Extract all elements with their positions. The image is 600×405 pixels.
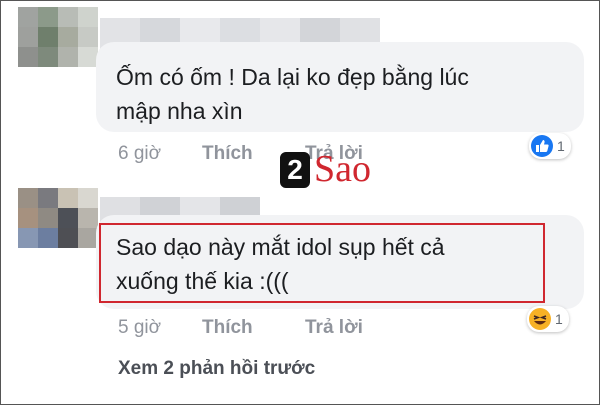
logo-number: 2	[280, 152, 310, 188]
logo-word: Sao	[314, 148, 371, 190]
view-previous-replies-link[interactable]: Xem 2 phản hồi trước	[118, 358, 315, 380]
timestamp[interactable]: 5 giờ	[118, 317, 161, 339]
timestamp[interactable]: 6 giờ	[118, 143, 161, 165]
reaction-summary[interactable]: 1	[527, 306, 569, 332]
reaction-summary[interactable]: 1	[529, 133, 571, 159]
like-link[interactable]: Thích	[202, 317, 253, 339]
like-link[interactable]: Thích	[202, 143, 253, 165]
reaction-count: 1	[555, 311, 563, 327]
comment-line: xuống thế kia :(((	[116, 268, 289, 294]
comment-text: Sao dạo này mắt idol sụp hết cả xuống th…	[116, 230, 445, 298]
reply-link[interactable]: Trả lời	[305, 317, 363, 339]
comment-line: Sao dạo này mắt idol sụp hết cả	[116, 234, 445, 260]
reaction-count: 1	[557, 138, 565, 154]
avatar[interactable]	[18, 188, 98, 262]
comment-line: mập nha xìn	[116, 98, 243, 124]
comment-line: Ốm có ốm ! Da lại ko đẹp bằng lúc	[116, 64, 469, 90]
haha-icon	[529, 308, 551, 330]
like-icon	[531, 135, 553, 157]
avatar[interactable]	[18, 7, 98, 85]
comment-text: Ốm có ốm ! Da lại ko đẹp bằng lúc mập nh…	[116, 60, 469, 128]
watermark-logo: 2 Sao	[280, 150, 371, 188]
